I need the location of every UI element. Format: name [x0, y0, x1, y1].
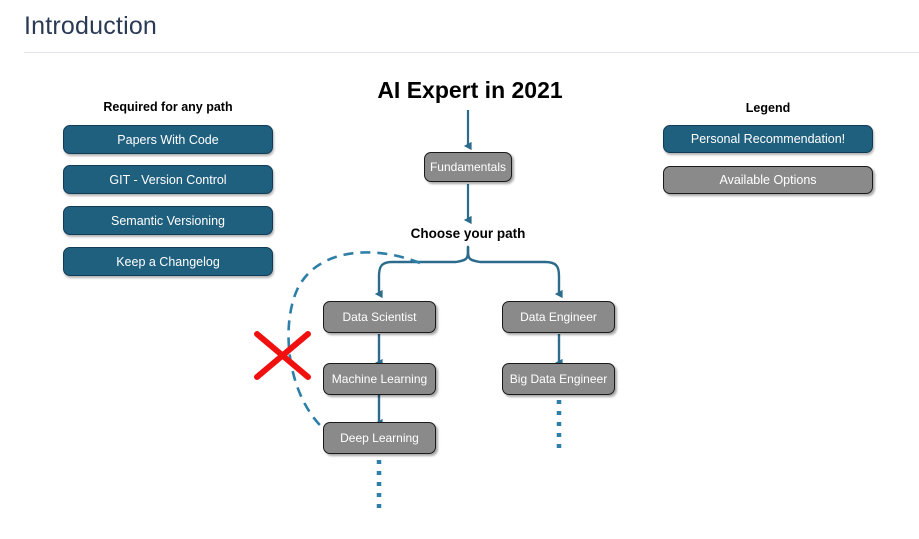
required-item-label: GIT - Version Control	[109, 172, 227, 187]
flowchart-page: Introduction Required for any path Paper…	[0, 0, 919, 539]
header-divider	[24, 52, 919, 53]
required-item-git-version-control[interactable]: GIT - Version Control	[63, 165, 273, 194]
required-item-keep-a-changelog[interactable]: Keep a Changelog	[63, 247, 273, 276]
legend-item-available-options: Available Options	[663, 166, 873, 194]
legend-caption: Legend	[745, 101, 791, 115]
forbidden-cross-icon	[254, 331, 311, 380]
flow-node-big-data-engineer[interactable]: Big Data Engineer	[502, 363, 615, 395]
page-title: Introduction	[24, 12, 158, 40]
required-item-label: Keep a Changelog	[116, 254, 220, 269]
flow-node-label: Machine Learning	[331, 372, 428, 386]
required-item-semantic-versioning[interactable]: Semantic Versioning	[63, 206, 273, 235]
required-item-label: Papers With Code	[117, 132, 219, 147]
legend-item-label: Personal Recommendation!	[690, 132, 846, 146]
flow-node-deep-learning[interactable]: Deep Learning	[323, 422, 436, 454]
required-item-papers-with-code[interactable]: Papers With Code	[63, 125, 273, 154]
flow-node-data-scientist[interactable]: Data Scientist	[323, 301, 436, 333]
flow-node-label: Data Engineer	[520, 310, 597, 324]
legend-item-personal-recommendation: Personal Recommendation!	[663, 125, 873, 153]
flow-node-data-engineer[interactable]: Data Engineer	[502, 301, 615, 333]
choose-your-path-label: Choose your path	[410, 226, 526, 241]
flow-node-machine-learning[interactable]: Machine Learning	[323, 363, 436, 395]
legend-item-label: Available Options	[719, 173, 817, 187]
flow-node-label: Data Scientist	[342, 310, 417, 324]
flow-title: AI Expert in 2021	[377, 77, 563, 103]
left-panel-caption: Required for any path	[103, 100, 233, 114]
flow-node-label: Deep Learning	[340, 431, 419, 445]
flow-node-label: Big Data Engineer	[509, 372, 608, 386]
flow-node-fundamentals[interactable]: Fundamentals	[424, 152, 512, 182]
flow-node-label: Fundamentals	[429, 160, 507, 174]
required-item-label: Semantic Versioning	[111, 213, 225, 228]
